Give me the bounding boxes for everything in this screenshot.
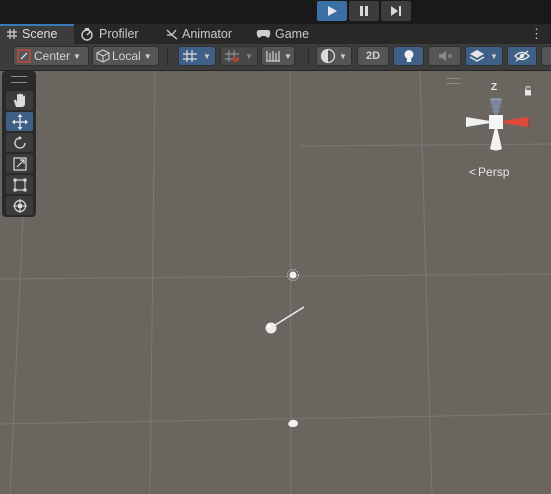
light-gizmo-icon[interactable]: [287, 269, 299, 281]
separator: [167, 48, 168, 66]
move-arrows-icon: [11, 113, 28, 130]
increment-snap-icon: [266, 51, 280, 62]
hidden-objects-toggle[interactable]: [507, 46, 537, 66]
playmode-controls: [317, 1, 413, 21]
step-button[interactable]: [381, 1, 411, 21]
step-icon: [391, 6, 401, 16]
chevron-down-icon: ▼: [73, 51, 81, 61]
local-cube-icon: [96, 49, 110, 63]
object-gizmo[interactable]: [265, 306, 305, 334]
chevron-down-icon: ▼: [143, 51, 152, 61]
gizmos-button-partial[interactable]: [541, 46, 551, 66]
speaker-muted-icon: [438, 51, 452, 61]
projection-toggle[interactable]: < Persp: [469, 165, 509, 179]
grid-icon: [6, 28, 18, 40]
rect-transform-icon: [13, 178, 26, 191]
separator: [308, 48, 309, 66]
play-icon: [328, 6, 337, 16]
more-options-icon[interactable]: ⋮: [530, 26, 543, 42]
tab-profiler[interactable]: Profiler: [81, 24, 139, 44]
pause-button[interactable]: [349, 1, 379, 21]
tools-overlay: [2, 71, 36, 217]
chevron-down-icon: ▼: [245, 51, 253, 61]
rotate-icon: [13, 135, 26, 149]
effects-dropdown[interactable]: ▼: [465, 46, 503, 66]
space-label: Local: [112, 49, 141, 63]
transform-all-icon: [12, 198, 27, 213]
eye-hidden-icon: [514, 50, 530, 62]
pause-icon: [360, 6, 368, 16]
audio-toggle[interactable]: [428, 46, 461, 66]
pivot-icon: [17, 49, 31, 63]
draw-mode-dropdown[interactable]: ▼: [316, 46, 352, 66]
tab-scene[interactable]: Scene: [0, 24, 74, 44]
mode-2d-toggle[interactable]: 2D: [357, 46, 389, 66]
profiler-icon: [81, 27, 95, 41]
scene-toolbar: Center ▼ Local ▼ ▼ ▼ ▼ ▼ 2D ▼: [0, 44, 551, 71]
top-bar: [0, 0, 551, 24]
rect-tool-button[interactable]: [6, 175, 33, 194]
mode-2d-label: 2D: [365, 50, 381, 62]
grid-visibility-dropdown[interactable]: ▼: [220, 46, 258, 66]
grid-snap-icon: [183, 50, 197, 62]
animator-icon: [166, 28, 178, 40]
audio-source-gizmo-icon[interactable]: [288, 419, 298, 427]
window-tab-bar: Scene Profiler Animator Game ⋮: [0, 24, 551, 44]
shaded-sphere-icon: [320, 48, 336, 64]
tab-label: Profiler: [99, 27, 139, 41]
move-tool-button[interactable]: [6, 112, 33, 131]
overlay-drag-handle[interactable]: [11, 76, 27, 83]
scene-viewport[interactable]: Z < Persp: [0, 71, 551, 494]
chevron-down-icon: ▼: [203, 51, 211, 61]
transform-tool-button[interactable]: [6, 196, 33, 215]
tab-game[interactable]: Game: [256, 24, 309, 44]
grid-visibility-icon: [225, 50, 239, 62]
tab-label: Animator: [182, 27, 233, 41]
axis-gizmo-icon[interactable]: [440, 71, 551, 161]
tab-label: Scene: [22, 27, 58, 41]
layers-effects-icon: [469, 50, 485, 62]
lighting-toggle[interactable]: [393, 46, 424, 66]
hand-tool-button[interactable]: [6, 91, 33, 110]
rotate-tool-button[interactable]: [6, 133, 33, 152]
scale-icon: [12, 156, 27, 171]
persp-label: Persp: [478, 165, 510, 179]
hand-icon: [13, 93, 25, 107]
persp-chevron-icon: <: [469, 165, 477, 179]
play-button[interactable]: [317, 1, 347, 21]
gamepad-icon: [256, 29, 271, 40]
pivot-label: Center: [34, 49, 71, 63]
chevron-down-icon: ▼: [490, 51, 498, 61]
chevron-down-icon: ▼: [339, 51, 347, 61]
tab-label: Game: [275, 27, 310, 41]
grid-snap-toggle[interactable]: ▼: [178, 46, 216, 66]
lightbulb-icon: [404, 49, 413, 62]
increment-snap-dropdown[interactable]: ▼: [261, 46, 295, 66]
pivot-dropdown[interactable]: Center ▼: [13, 46, 89, 66]
scale-tool-button[interactable]: [6, 154, 33, 173]
tab-animator[interactable]: Animator: [166, 24, 232, 44]
space-dropdown[interactable]: Local ▼: [92, 46, 159, 66]
chevron-down-icon: ▼: [284, 51, 292, 61]
